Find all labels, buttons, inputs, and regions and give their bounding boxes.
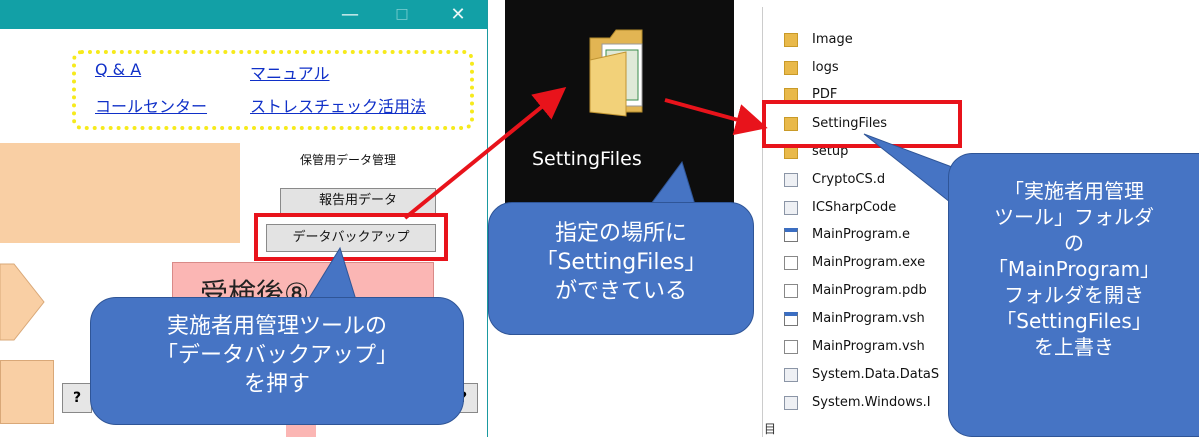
arrow-to-folder — [403, 86, 567, 220]
arrow-to-explorer — [664, 98, 768, 136]
connector-arrows — [403, 86, 768, 220]
